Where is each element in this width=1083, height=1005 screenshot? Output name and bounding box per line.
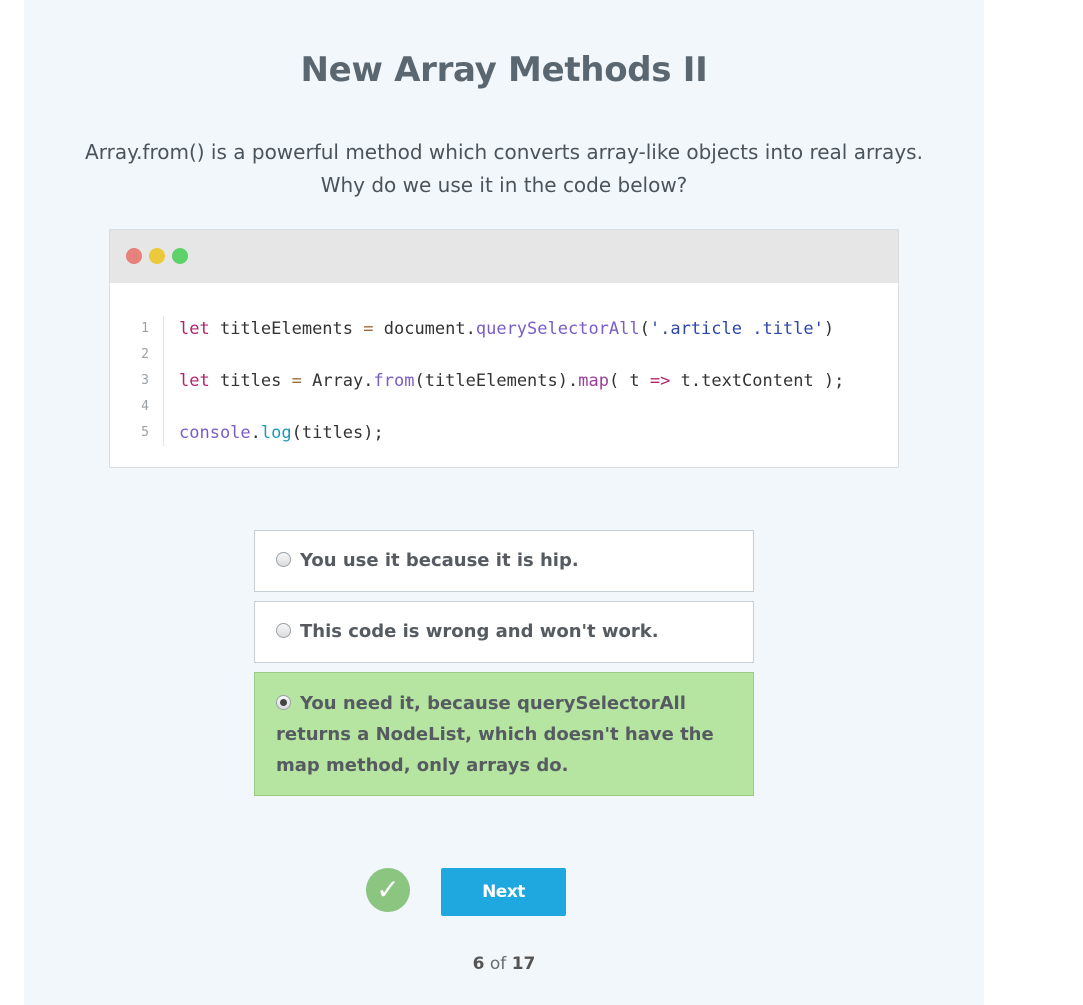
radio-button[interactable] [276,622,291,638]
code-text: console.log(titles); [179,423,384,443]
answer-option-1[interactable]: You use it because it is hip. [254,530,754,592]
code-token: map [578,371,609,391]
next-button[interactable]: Next [441,868,566,916]
line-number: 5 [141,425,149,440]
question-line-1: Array.from() is a powerful method which … [85,140,923,164]
code-window: 1 let titleElements = document.querySele… [109,229,899,468]
maximize-dot-icon [172,248,188,264]
progress-of: of [489,954,507,974]
code-text: let titleElements = document.querySelect… [179,319,835,339]
minimize-dot-icon [149,248,165,264]
question-text: Array.from() is a powerful method which … [64,136,944,202]
close-dot-icon [126,248,142,264]
line-number: 4 [141,399,149,414]
answer-option-3[interactable]: You need it, because querySelectorAll re… [254,672,754,796]
code-token: console [179,423,251,443]
code-line: 4 [110,394,898,420]
quiz-title: New Array Methods II [300,50,708,90]
code-token: = [363,319,374,339]
check-mark-icon: ✓ [366,868,410,912]
answer-option-label: You use it because it is hip. [300,550,579,571]
radio-button-checked[interactable] [276,694,291,710]
answer-option-label: This code is wrong and won't work. [300,621,659,642]
code-token: => [649,371,671,391]
code-line: 2 [110,342,898,368]
code-line: 1 let titleElements = document.querySele… [110,316,898,342]
code-line: 3 let titles = Array.from(titleElements)… [110,368,898,394]
code-token: querySelectorAll [475,319,640,339]
radio-button[interactable] [276,551,291,567]
code-token: let [179,371,210,391]
code-token: = [291,371,302,391]
progress-current: 6 [472,954,485,974]
code-token: log [260,423,292,443]
code-token: let [179,319,210,339]
answer-option-2[interactable]: This code is wrong and won't work. [254,601,754,663]
question-line-2: Why do we use it in the code below? [320,173,688,197]
quiz-panel: New Array Methods II Array.from() is a p… [24,0,984,1005]
line-number: 2 [141,347,149,362]
code-text: let titles = Array.from(titleElements).m… [179,371,845,391]
code-token: from [373,371,415,391]
progress-total: 17 [511,954,536,974]
code-window-titlebar [110,230,898,283]
answer-option-label: You need it, because querySelectorAll re… [276,693,714,776]
progress-indicator: 6 of 17 [24,954,984,974]
line-number: 1 [141,321,149,336]
code-token: '.article .title' [649,319,824,339]
line-number: 3 [141,373,149,388]
code-body: 1 let titleElements = document.querySele… [110,283,898,446]
code-line: 5 console.log(titles); [110,420,898,446]
